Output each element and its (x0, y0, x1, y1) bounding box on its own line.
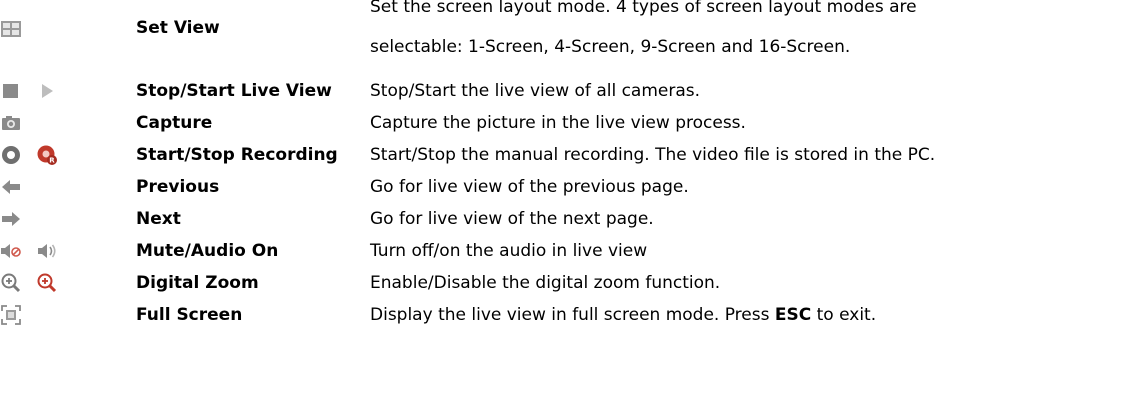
row-description: Start/Stop the manual recording. The vid… (370, 145, 936, 165)
row-description: Capture the picture in the live view pro… (370, 113, 746, 133)
icon-cell (0, 18, 132, 40)
table-row: R Start/Stop Recording Start/Stop the ma… (0, 142, 1123, 168)
camera-icon (0, 112, 22, 134)
row-name: Full Screen (136, 305, 243, 325)
table-row: Full Screen Display the live view in ful… (0, 302, 1123, 328)
table-row: Digital Zoom Enable/Disable the digital … (0, 270, 1123, 296)
row-name: Next (136, 209, 181, 229)
icon-cell (0, 240, 132, 262)
icon-cell (0, 208, 132, 230)
icon-cell (0, 272, 132, 294)
table-row: Previous Go for live view of the previou… (0, 174, 1123, 200)
stop-icon (0, 80, 22, 102)
row-description-line-1: Set the screen layout mode. 4 types of s… (370, 0, 917, 17)
esc-key-label: ESC (774, 305, 812, 325)
icon-cell: R (0, 144, 132, 166)
row-name: Capture (136, 113, 213, 133)
row-description: Turn off/on the audio in live view (370, 241, 648, 261)
description-text-end: to exit. (811, 305, 877, 325)
row-name: Previous (136, 177, 220, 197)
table-row: Next Go for live view of the next page. (0, 206, 1123, 232)
row-name: Start/Stop Recording (136, 145, 338, 165)
record-stop-icon: R (36, 144, 58, 166)
icon-cell (0, 304, 132, 326)
table-row: Set View Set the screen layout mode. 4 t… (0, 0, 1123, 60)
toolbar-icon-reference-table: Set View Set the screen layout mode. 4 t… (0, 0, 1123, 394)
row-description: Enable/Disable the digital zoom function… (370, 273, 721, 293)
zoom-disable-icon (36, 272, 58, 294)
arrow-right-icon (0, 208, 22, 230)
zoom-enable-icon (0, 272, 22, 294)
play-icon (36, 80, 58, 102)
row-name: Set View (136, 18, 220, 38)
row-name: Stop/Start Live View (136, 81, 332, 101)
row-description: Go for live view of the next page. (370, 209, 654, 229)
arrow-left-icon (0, 176, 22, 198)
row-description: Go for live view of the previous page. (370, 177, 689, 197)
row-name: Digital Zoom (136, 273, 259, 293)
record-start-icon (0, 144, 22, 166)
mute-icon (0, 240, 22, 262)
icon-cell (0, 176, 132, 198)
audio-on-icon (36, 240, 58, 262)
fullscreen-icon (0, 304, 22, 326)
grid-layout-icon (0, 18, 22, 40)
icon-cell (0, 112, 132, 134)
row-description-line-2: selectable: 1-Screen, 4-Screen, 9-Screen… (370, 37, 851, 57)
table-row: Mute/Audio On Turn off/on the audio in l… (0, 238, 1123, 264)
description-text: Display the live view in full screen mod… (370, 305, 775, 325)
icon-cell (0, 80, 132, 102)
row-description: Display the live view in full screen mod… (370, 304, 876, 326)
row-name: Mute/Audio On (136, 241, 279, 261)
svg-text:R: R (49, 157, 55, 165)
row-description: Stop/Start the live view of all cameras. (370, 81, 701, 101)
table-row: Capture Capture the picture in the live … (0, 110, 1123, 136)
table-row: Stop/Start Live View Stop/Start the live… (0, 78, 1123, 104)
